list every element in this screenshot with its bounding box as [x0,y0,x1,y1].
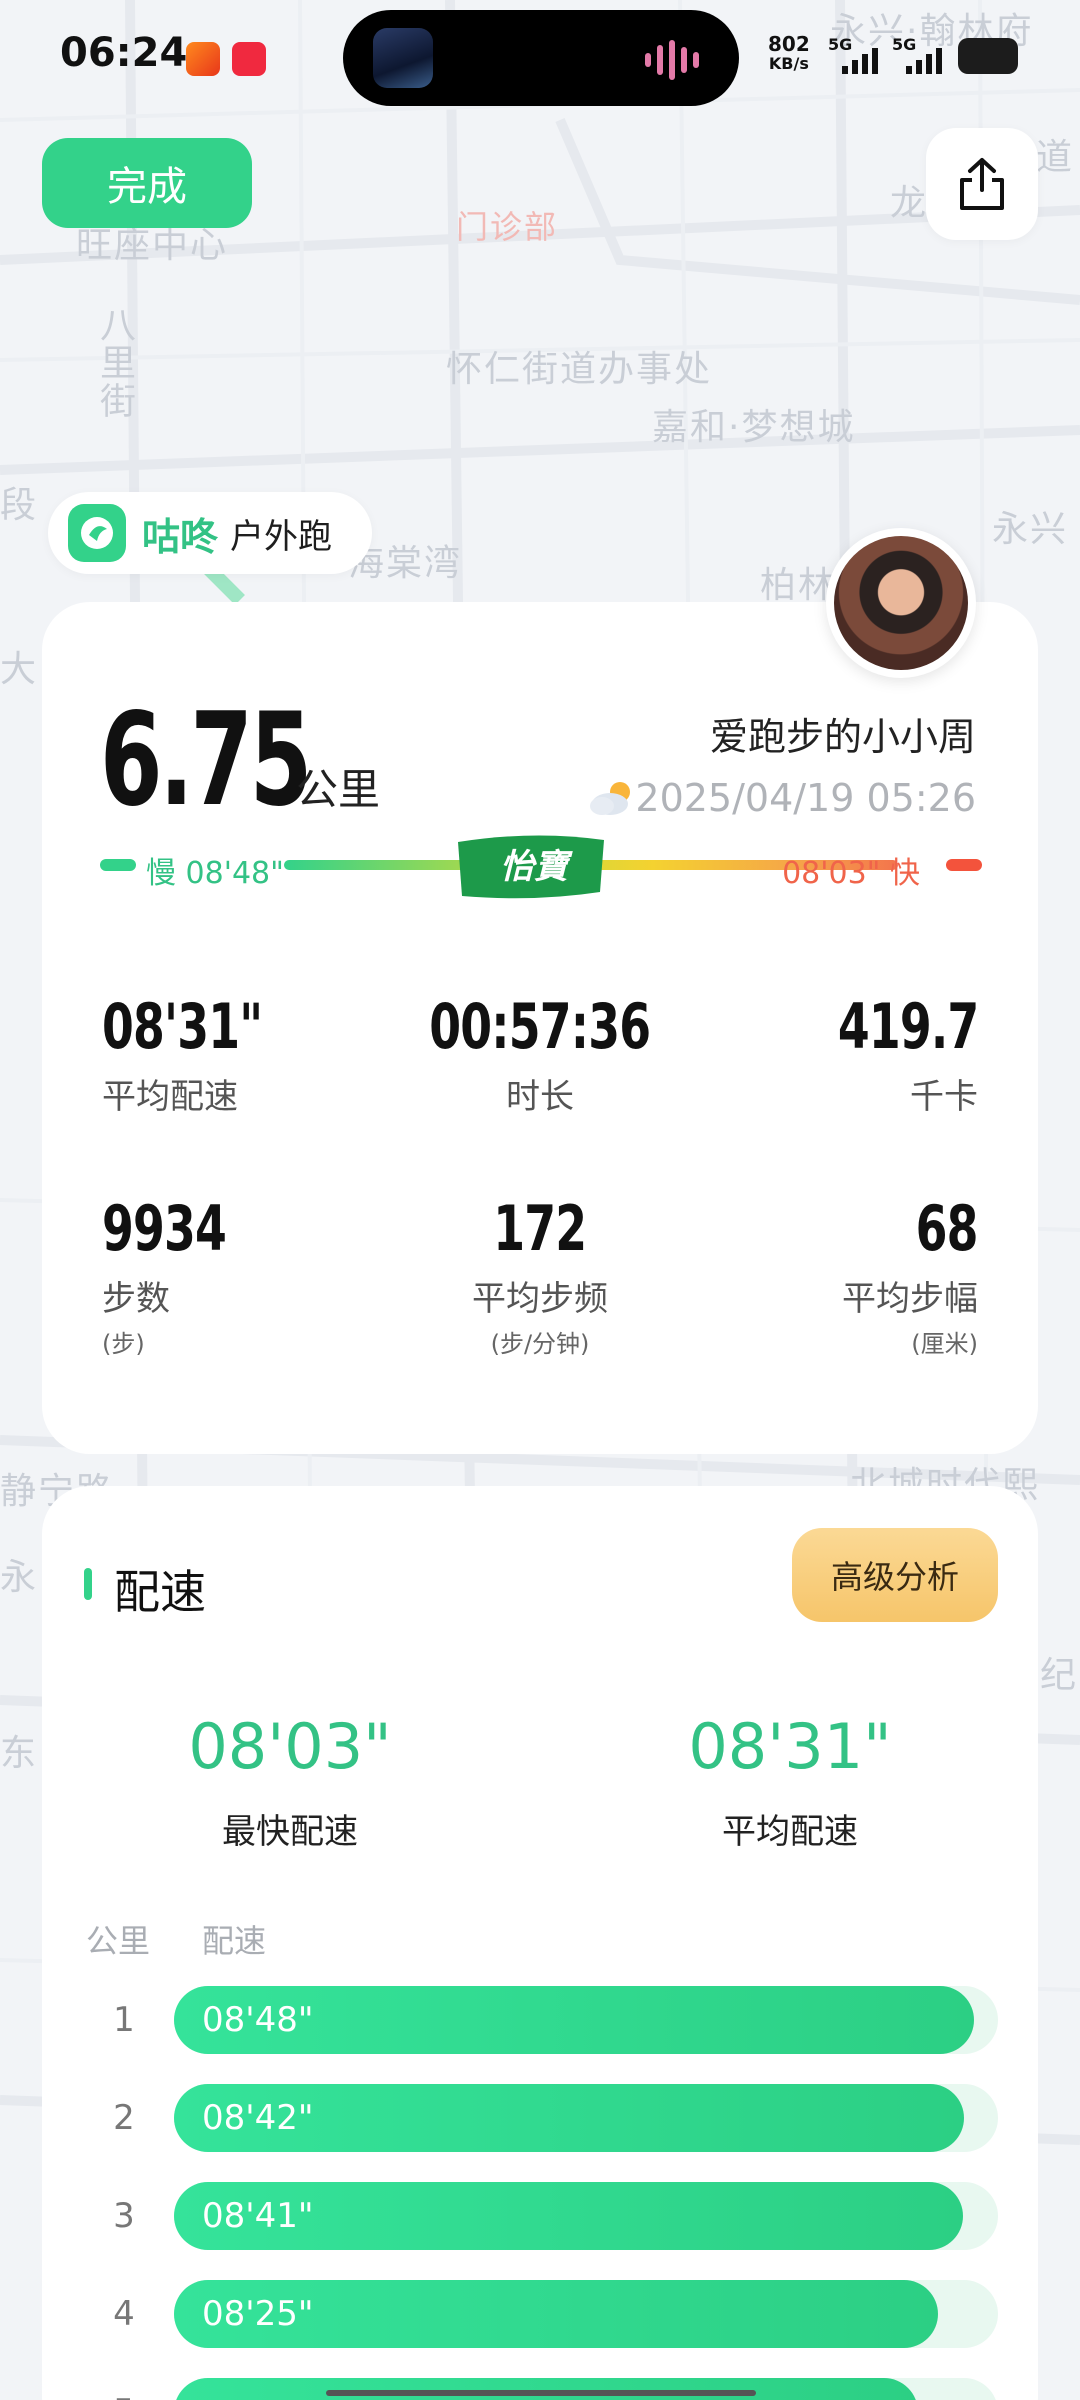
map-label: 东 [0,1733,39,1774]
stat-label: 千卡 [910,1077,978,1117]
stat-label: 平均配速 [102,1077,238,1117]
stat-steps: 9934 步数 (步) [102,1192,402,1359]
partly-cloudy-icon [590,782,630,815]
net-speed-unit: KB/s [768,54,809,73]
audio-wave-icon [645,40,699,80]
codoon-logo-icon [68,504,126,562]
signal-5g-icon: 5G [828,35,878,74]
avatar[interactable] [826,528,976,678]
done-button[interactable]: 完成 [42,138,252,228]
distance-unit: 公里 [296,765,381,814]
status-bar: 06:24 802 KB/s 5G 5G [0,0,1080,118]
average-pace-value: 08'31" [688,1710,892,1783]
map-label: 永兴 [992,509,1069,550]
stat-avg-pace: 08'31" 平均配速 [102,990,402,1118]
stat-unit: (步/分钟) [490,1330,590,1358]
map-label: 龙 [890,183,929,224]
distance-value: 6.75 [100,686,312,835]
map-label: 八里街 [94,306,135,420]
notification-app-icon [186,42,220,76]
sponsor-logo: 怡寶 [458,835,604,899]
split-row: 4 08'25" [0,2280,1080,2348]
map-label: 纪 [1040,1655,1079,1696]
stat-value: 00:57:36 [429,990,652,1063]
average-pace-label: 平均配速 [722,1812,858,1852]
stat-label: 步数 [102,1279,170,1319]
split-row: 1 08'48" [0,1986,1080,2054]
column-header-pace: 配速 [202,1922,267,1960]
split-bar [174,2378,918,2400]
map-label: 柏林 [760,565,837,606]
split-km: 1 [113,2000,135,2040]
sig-label: 5G [828,35,852,54]
map-label: 永 [0,1557,39,1598]
fastest-pace-value: 08'03" [188,1710,392,1783]
stat-value: 419.7 [837,990,978,1063]
stat-calories: 419.7 千卡 [678,990,978,1118]
stat-label: 时长 [506,1077,574,1117]
split-km: 4 [113,2294,135,2334]
split-pace: 08'25" [202,2294,314,2334]
dynamic-island[interactable] [343,10,739,106]
section-marker [84,1568,92,1600]
stat-unit: (厘米) [911,1330,978,1358]
fastest-pace-label: 最快配速 [222,1812,358,1852]
stat-unit: (步) [102,1330,145,1358]
stat-label: 平均步频 [472,1279,608,1319]
advanced-analysis-button[interactable]: 高级分析 [792,1528,998,1622]
column-header-km: 公里 [86,1922,151,1960]
pace-section-title: 配速 [114,1565,206,1619]
map-label: 道 [1036,137,1075,178]
activity-type: 户外跑 [230,516,333,557]
map-label: 段 [0,485,39,526]
split-pace: 08'42" [202,2098,314,2138]
stat-label: 平均步幅 [842,1279,978,1319]
stat-value: 172 [493,1192,587,1265]
split-row: 3 08'41" [0,2182,1080,2250]
net-speed-value: 802 [768,32,810,56]
stat-value: 68 [915,1192,979,1265]
sig-label: 5G [892,35,916,54]
stat-value: 9934 [102,1192,227,1265]
split-km: 2 [113,2098,135,2138]
share-button[interactable] [926,128,1038,240]
xiaohongshu-icon [232,42,266,76]
brand-activity-pill: 咕咚 户外跑 [48,492,372,574]
split-pace: 08'41" [202,2196,314,2236]
stat-stride: 68 平均步幅 (厘米) [678,1192,979,1359]
split-row: 5 [0,2378,1080,2400]
sponsor-text: 怡寶 [500,847,573,887]
map-label: 门诊部 [456,208,559,246]
brand-name: 咕咚 [142,514,219,559]
home-indicator[interactable] [326,2390,756,2396]
stat-value: 08'31" [102,990,263,1063]
signal-5g-icon: 5G [892,35,942,74]
battery-icon [958,38,1018,74]
run-datetime: 2025/04/19 05:26 [635,776,976,820]
username: 爱跑步的小小周 [709,715,976,759]
stat-cadence: 172 平均步频 (步/分钟) [390,1192,690,1359]
split-row: 2 08'42" [0,2084,1080,2152]
split-km: 3 [113,2196,135,2236]
map-label: 怀仁街道办事处 [446,349,713,390]
pace-fastest-label: 08'03" 快 [782,856,920,891]
split-km: 5 [104,2392,144,2400]
pace-slowest-label: 慢 08'48" [146,856,284,891]
stat-duration: 00:57:36 时长 [390,990,690,1118]
map-label: 大 [0,649,39,690]
split-pace: 08'48" [202,2000,314,2040]
status-time: 06:24 [60,30,188,76]
pace-card [42,1486,1038,2400]
map-label: 嘉和·梦想城 [652,407,856,448]
network-speed: 802 KB/s [768,34,810,74]
share-icon [960,158,1004,210]
media-thumbnail [373,28,433,88]
